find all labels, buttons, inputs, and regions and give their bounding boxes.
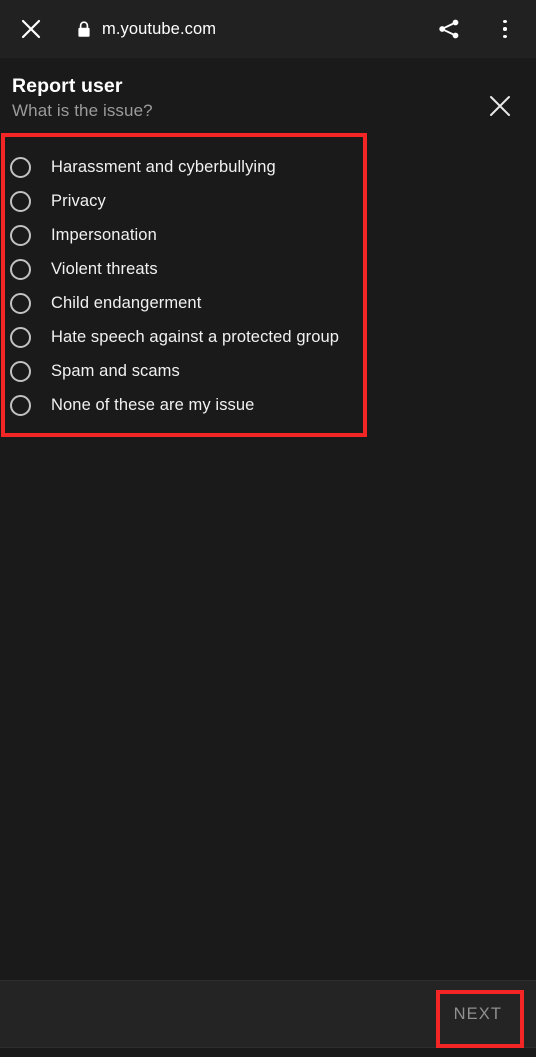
list-item-label: Hate speech against a protected group (51, 328, 340, 346)
header-titles: Report user What is the issue? (12, 74, 480, 122)
list-item[interactable]: Violent threats (0, 252, 536, 286)
app-screen: m.youtube.com Report user What is the is… (0, 0, 536, 1057)
url-text: m.youtube.com (102, 19, 217, 38)
browser-actions (432, 12, 522, 46)
lock-icon (76, 20, 92, 38)
list-item-label: Violent threats (51, 260, 158, 278)
close-icon (490, 96, 510, 116)
list-item[interactable]: Privacy (0, 184, 536, 218)
radio-button-icon[interactable] (10, 360, 31, 382)
report-reason-list: Harassment and cyberbullying Privacy Imper… (0, 140, 536, 422)
share-icon (439, 19, 459, 39)
radio-button-icon[interactable] (10, 394, 31, 416)
browser-close-button[interactable] (16, 14, 46, 44)
radio-button-icon[interactable] (10, 224, 31, 246)
list-item[interactable]: None of these are my issue (0, 388, 536, 422)
radio-button-icon[interactable] (10, 190, 31, 212)
list-item[interactable]: Harassment and cyberbullying (0, 150, 536, 184)
share-button[interactable] (432, 12, 466, 46)
page-subtitle: What is the issue? (12, 101, 153, 120)
list-item-label: Harassment and cyberbullying (51, 158, 276, 176)
page-title: Report user (12, 75, 123, 97)
radio-button-icon[interactable] (10, 292, 31, 314)
list-item[interactable]: Child endangerment (0, 286, 536, 320)
address-bar[interactable]: m.youtube.com (76, 20, 432, 39)
next-button[interactable]: NEXT (438, 993, 518, 1036)
dialog-footer: NEXT (0, 980, 536, 1048)
list-item[interactable]: Impersonation (0, 218, 536, 252)
list-item[interactable]: Spam and scams (0, 354, 536, 388)
list-item-label: Privacy (51, 192, 106, 210)
radio-button-icon[interactable] (10, 258, 31, 280)
list-item-label: Child endangerment (51, 294, 202, 312)
more-vertical-icon (502, 18, 508, 40)
radio-button-icon[interactable] (10, 156, 31, 178)
dialog-close-button[interactable] (480, 86, 520, 126)
close-icon (21, 19, 41, 39)
list-item[interactable]: Hate speech against a protected group (0, 320, 536, 354)
list-item-label: None of these are my issue (51, 396, 255, 414)
list-item-label: Impersonation (51, 226, 157, 244)
list-item-label: Spam and scams (51, 362, 180, 380)
browser-toolbar: m.youtube.com (0, 0, 536, 58)
radio-button-icon[interactable] (10, 326, 31, 348)
report-dialog-header: Report user What is the issue? (0, 58, 536, 140)
report-reason-section: Harassment and cyberbullying Privacy Imper… (0, 140, 536, 980)
overflow-menu-button[interactable] (488, 12, 522, 46)
bottom-filler (0, 1048, 536, 1057)
